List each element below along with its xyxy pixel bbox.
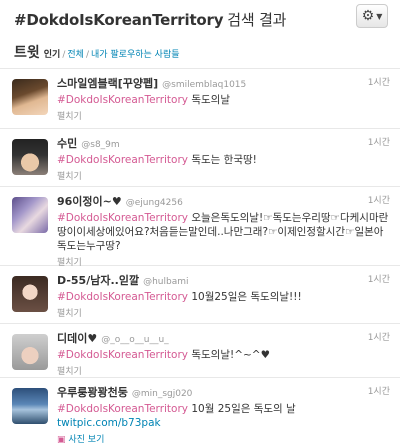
tweet-text: #DokdoIsKoreanTerritory 독도는 한국땅! <box>57 153 390 167</box>
tweet-item[interactable]: D-55/남자..읻깔 @hulbami 1시간 #DokdoIsKoreanTe… <box>0 266 400 324</box>
avatar[interactable] <box>12 388 48 424</box>
tab-all[interactable]: 전체 <box>67 50 84 60</box>
avatar[interactable] <box>12 197 48 233</box>
tweet-time[interactable]: 1시간 <box>368 135 390 148</box>
tweet-time[interactable]: 1시간 <box>368 193 390 206</box>
avatar[interactable] <box>12 334 48 370</box>
user-name[interactable]: 스마일엠블랙[꾸양펩] <box>57 75 158 91</box>
tweet-body: 10월25일은 독도의날!!! <box>191 291 302 303</box>
view-photo-link[interactable]: ▣ 사진 보기 <box>57 432 390 445</box>
title-suffix: 검색 결과 <box>227 11 287 29</box>
user-handle[interactable]: @smilemblaq1015 <box>162 80 246 90</box>
avatar[interactable] <box>12 139 48 175</box>
tweet-time[interactable]: 1시간 <box>368 384 390 397</box>
hashtag-link[interactable]: #DokdoIsKoreanTerritory <box>57 403 188 415</box>
expand-link[interactable]: 펼치기 <box>57 364 390 377</box>
tab-top[interactable]: 인기 <box>44 50 61 60</box>
tweet-text: #DokdoIsKoreanTerritory 독도의날!^~^♥ <box>57 348 390 362</box>
tweet-time[interactable]: 1시간 <box>368 272 390 285</box>
user-name[interactable]: 수민 <box>57 135 77 151</box>
user-handle[interactable]: @s8_9m <box>81 140 119 150</box>
tweet-url[interactable]: twitpic.com/b73pak <box>57 417 161 429</box>
tweets-heading: 트윗 <box>14 45 40 61</box>
tweet-item[interactable]: 수민 @s8_9m 1시간 #DokdoIsKoreanTerritory 독도는… <box>0 129 400 187</box>
tweet-body: 독도의날!^~^♥ <box>191 349 270 361</box>
tweet-tabs: 트윗 인기 / 전체 / 내가 팔로우하는 사람들 <box>0 38 400 69</box>
hashtag-link[interactable]: #DokdoIsKoreanTerritory <box>57 94 188 106</box>
tweet-body: 독도는 한국땅! <box>191 154 257 166</box>
user-handle[interactable]: @hulbami <box>143 277 188 287</box>
tweet-body: 10월 25일은 독도의 날 <box>191 403 296 415</box>
user-handle[interactable]: @min_sgj020 <box>132 389 193 399</box>
user-name[interactable]: D-55/남자..읻깔 <box>57 272 139 288</box>
tweet-item[interactable]: 스마일엠블랙[꾸양펩] @smilemblaq1015 1시간 #DokdoIsK… <box>0 69 400 129</box>
hashtag-link[interactable]: #DokdoIsKoreanTerritory <box>57 212 188 224</box>
tweet-text: #DokdoIsKoreanTerritory 10월 25일은 독도의 날 t… <box>57 402 390 430</box>
tweet-item[interactable]: 우루룽꽝꽝천둥 @min_sgj020 1시간 #DokdoIsKoreanTer… <box>0 378 400 445</box>
tweet-text: #DokdoIsKoreanTerritory 오늘은독도의날!☞독도는우리땅☞… <box>57 211 390 253</box>
user-handle[interactable]: @_o__o__u__u_ <box>101 335 168 345</box>
user-name[interactable]: 디데이♥ <box>57 330 97 346</box>
expand-link[interactable]: 펼치기 <box>57 109 390 122</box>
tweet-item[interactable]: 96이정이~♥ @ejung4256 1시간 #DokdoIsKoreanTerr… <box>0 187 400 268</box>
user-handle[interactable]: @ejung4256 <box>126 198 183 208</box>
tweet-time[interactable]: 1시간 <box>368 75 390 88</box>
page-title: #DokdoIsKoreanTerritory 검색 결과 <box>14 9 286 30</box>
tweet-time[interactable]: 1시간 <box>368 330 390 343</box>
chevron-down-icon: ▼ <box>376 11 383 21</box>
hashtag-link[interactable]: #DokdoIsKoreanTerritory <box>57 154 188 166</box>
gear-icon: ⚙ <box>361 8 375 24</box>
user-name[interactable]: 96이정이~♥ <box>57 193 122 209</box>
tweet-text: #DokdoIsKoreanTerritory 독도의날 <box>57 93 390 107</box>
tweet-item[interactable]: 디데이♥ @_o__o__u__u_ 1시간 #DokdoIsKoreanTerr… <box>0 324 400 378</box>
expand-link[interactable]: 펼치기 <box>57 306 390 319</box>
search-query: #DokdoIsKoreanTerritory <box>14 11 224 29</box>
tweet-text: #DokdoIsKoreanTerritory 10월25일은 독도의날!!! <box>57 290 390 304</box>
hashtag-link[interactable]: #DokdoIsKoreanTerritory <box>57 291 188 303</box>
settings-button[interactable]: ⚙ ▼ <box>356 4 388 28</box>
expand-link[interactable]: 펼치기 <box>57 169 390 182</box>
tweet-body: 독도의날 <box>191 94 230 106</box>
avatar[interactable] <box>12 79 48 115</box>
filter-links: 인기 / 전체 / 내가 팔로우하는 사람들 <box>43 50 180 60</box>
hashtag-link[interactable]: #DokdoIsKoreanTerritory <box>57 349 188 361</box>
user-name[interactable]: 우루룽꽝꽝천둥 <box>57 384 128 400</box>
avatar[interactable] <box>12 276 48 312</box>
search-header: #DokdoIsKoreanTerritory 검색 결과 ⚙ ▼ <box>0 0 400 38</box>
tab-following[interactable]: 내가 팔로우하는 사람들 <box>91 50 180 60</box>
